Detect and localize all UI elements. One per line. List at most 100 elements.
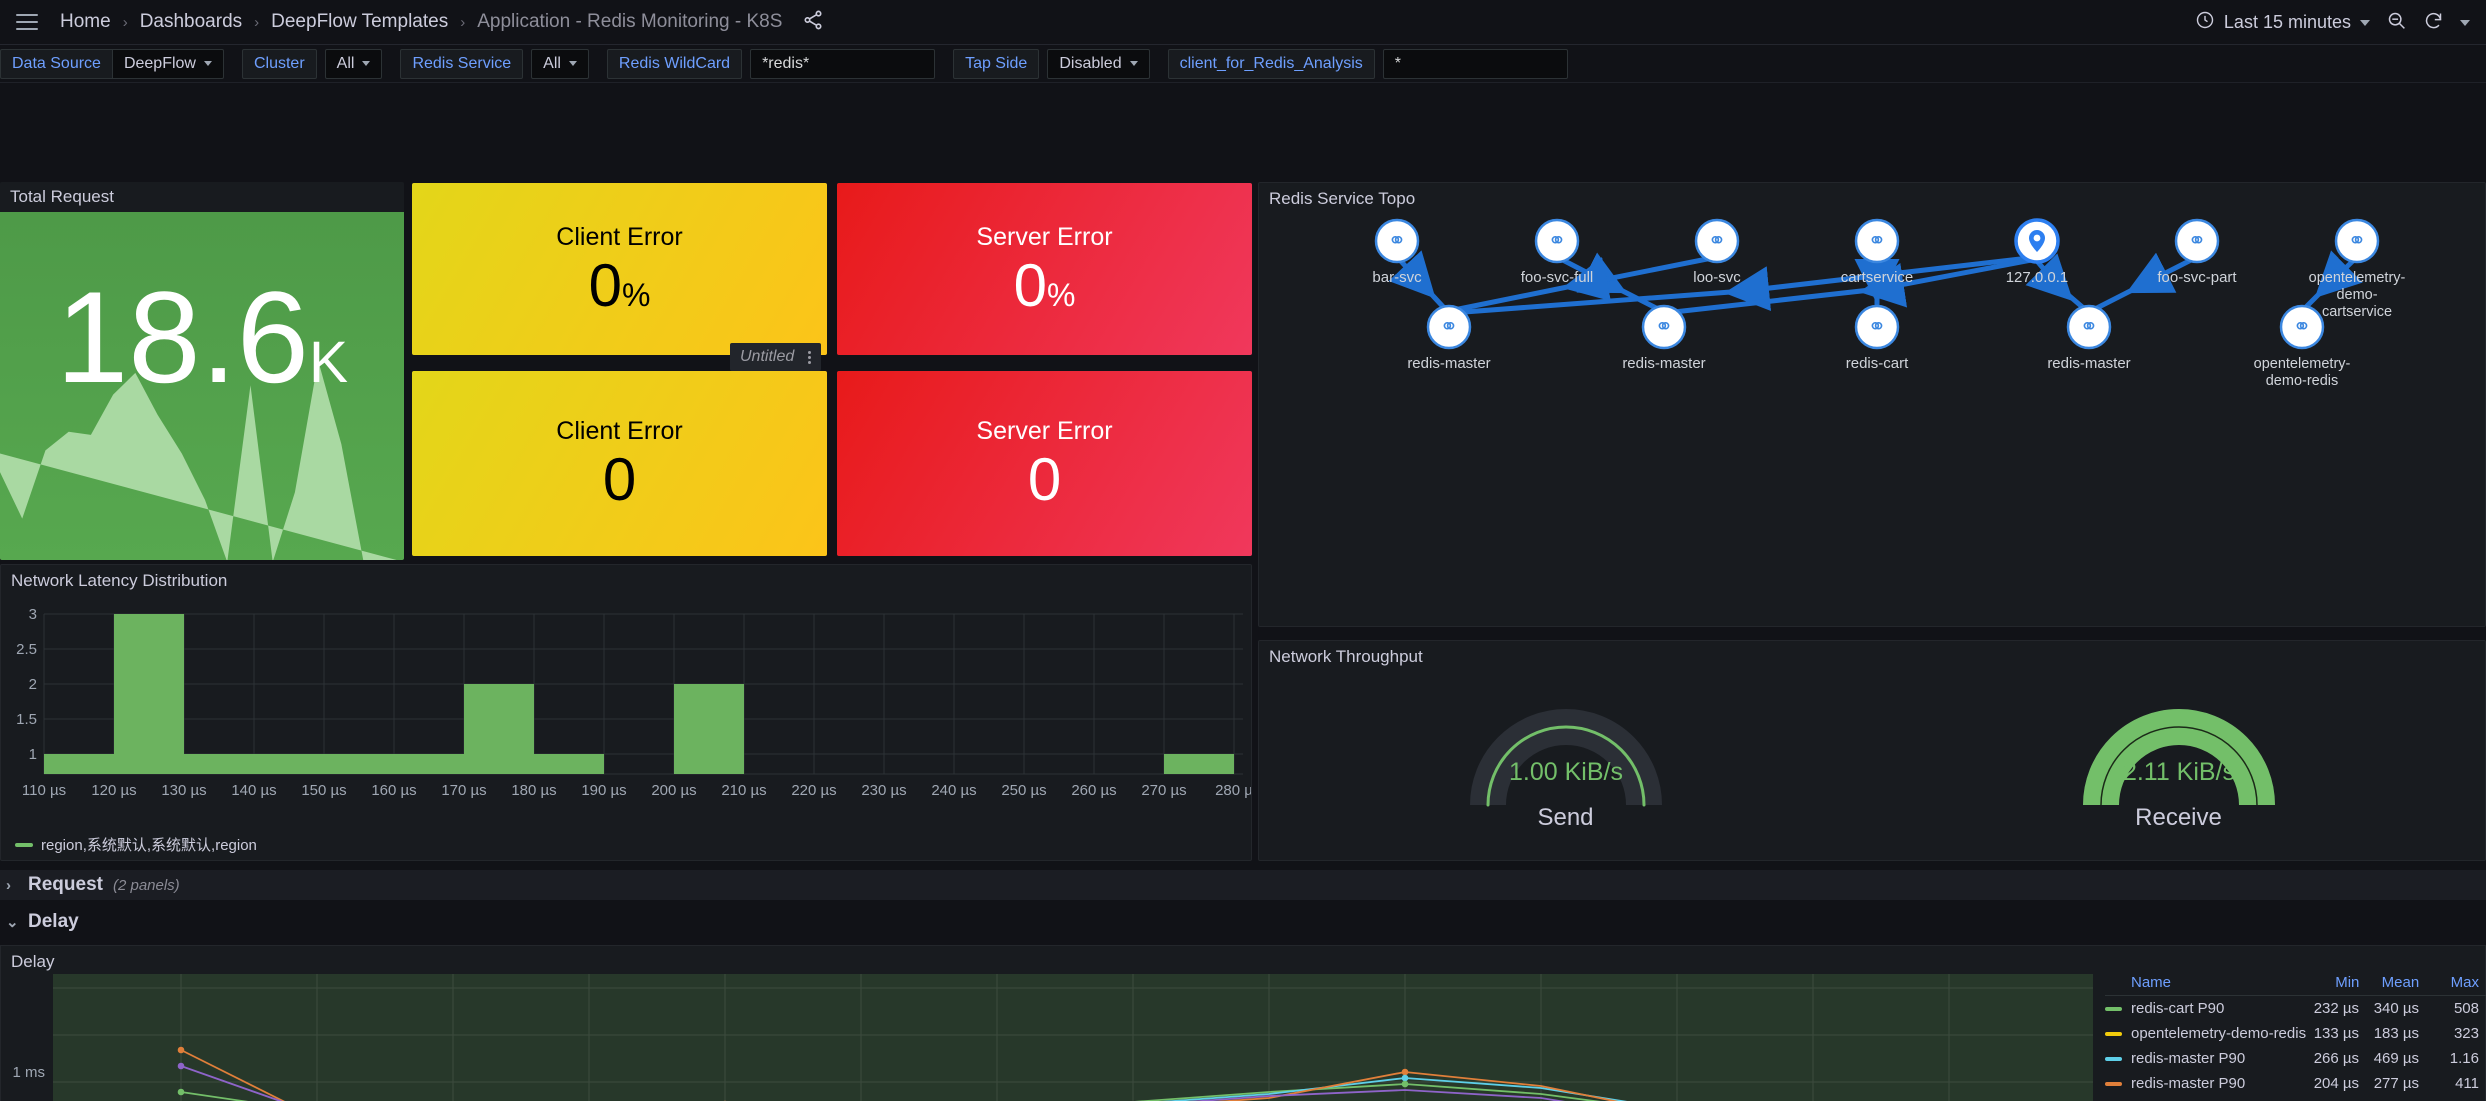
client-error-percent-title: Client Error <box>556 222 683 251</box>
panel-title-delay: Delay <box>11 952 55 971</box>
topo-node-redis-master-2[interactable]: ⚭ redis-master <box>1622 304 1706 372</box>
legend-row[interactable]: redis-master P90 100 µs 115 µs 202 <box>2105 1096 2486 1101</box>
topo-node-redis-cart[interactable]: ⚭ redis-cart <box>1846 304 1909 372</box>
gauge-receive[interactable]: 2.11 KiB/s Receive <box>1872 667 2485 847</box>
histogram-gridlines <box>43 613 1243 775</box>
topo-node-cartservice[interactable]: ⚭ cartservice <box>1841 218 1914 286</box>
panel-client-error-percent[interactable]: Client Error 0% <box>412 183 827 355</box>
legend-col-name[interactable]: Name <box>2105 974 2308 991</box>
topo-node-foo-svc-full[interactable]: ⚭ foo-svc-full <box>1521 218 1594 286</box>
refresh-icon[interactable] <box>2423 10 2444 36</box>
legend-min: 204 µs <box>2313 1075 2360 1092</box>
topo-node-redis-master-1[interactable]: ⚭ redis-master <box>1407 304 1491 372</box>
panel-delay[interactable]: Delay 1 ms 500 µs 0 µs <box>0 945 2486 1101</box>
panel-server-error-percent[interactable]: Server Error 0% <box>837 183 1252 355</box>
topo-label: bar-svc <box>1372 269 1422 286</box>
variable-value-cluster[interactable]: All <box>324 48 383 79</box>
share-icon[interactable] <box>802 9 824 36</box>
legend-mean: 469 µs <box>2373 1050 2420 1067</box>
row-header-request[interactable]: › Request (2 panels) <box>0 870 2486 900</box>
breadcrumb-item-deepflow-templates[interactable]: DeepFlow Templates <box>271 11 448 33</box>
legend-mean: 183 µs <box>2373 1025 2420 1042</box>
legend-row[interactable]: redis-master P90 266 µs 469 µs 1.16 <box>2105 1046 2486 1071</box>
topo-label: foo-svc-full <box>1521 269 1594 286</box>
panel-network-throughput[interactable]: Network Throughput 1.00 KiB/s Send 2.11 … <box>1258 640 2486 861</box>
legend-label: region,系统默认,系统默认,region <box>41 837 257 854</box>
template-variables-bar: Data Source DeepFlow Cluster All Redis S… <box>0 45 2486 83</box>
server-error-count-title: Server Error <box>976 417 1113 445</box>
svg-text:280 µ: 280 µ <box>1215 782 1251 799</box>
kebab-menu-icon[interactable] <box>808 350 812 364</box>
variable-label-client-for-redis-analysis: client_for_Redis_Analysis <box>1167 48 1375 79</box>
panel-hover-menu-untitled[interactable]: Untitled <box>730 343 822 371</box>
topo-nodes[interactable]: ⚭ bar-svc ⚭ foo-svc-full ⚭ loo-svc ⚭ car… <box>1372 218 2406 389</box>
panel-network-latency-distribution[interactable]: Network Latency Distribution 3 2.5 2 1.5… <box>0 564 1252 861</box>
svg-text:130 µs: 130 µs <box>161 782 206 799</box>
legend-color-swatch <box>2105 1056 2122 1061</box>
gauge-send-label: Send <box>1537 803 1594 831</box>
variable-tap-side: Tap Side Disabled <box>953 48 1150 79</box>
gauge-receive-label: Receive <box>2135 803 2222 831</box>
legend-color-swatch <box>2105 1031 2122 1036</box>
variable-value-redis-service[interactable]: All <box>531 48 589 79</box>
topo-label: loo-svc <box>1693 269 1741 286</box>
variable-value-tap-side[interactable]: Disabled <box>1047 48 1150 79</box>
panel-server-error-count[interactable]: Server Error 0 <box>837 371 1252 556</box>
svg-text:⚭: ⚭ <box>1868 228 1886 253</box>
clock-icon <box>2195 10 2215 35</box>
panel-redis-service-topo[interactable]: Redis Service Topo ⚭ bar-svc ⚭ foo-svc-f… <box>1258 182 2486 627</box>
variable-input-client-for-redis-analysis[interactable]: * <box>1382 48 1568 79</box>
time-range-picker[interactable]: Last 15 minutes <box>2195 10 2370 35</box>
svg-text:demo-redis: demo-redis <box>2266 373 2339 389</box>
topo-node-redis-master-3[interactable]: ⚭ redis-master <box>2047 304 2131 372</box>
svg-text:⚭: ⚭ <box>1388 228 1406 253</box>
topo-node-foo-svc-part[interactable]: ⚭ foo-svc-part <box>2157 218 2237 286</box>
variable-value-data-source[interactable]: DeepFlow <box>111 48 224 79</box>
legend-mean: 277 µs <box>2373 1075 2420 1092</box>
svg-text:⚭: ⚭ <box>1655 314 1673 339</box>
variable-redis-service: Redis Service All <box>400 48 589 79</box>
svg-text:⚭: ⚭ <box>2080 314 2098 339</box>
row-label-delay: Delay <box>28 911 79 932</box>
legend-row[interactable]: redis-cart P90 232 µs 340 µs 508 <box>2105 996 2486 1021</box>
chevron-down-icon <box>2360 19 2370 26</box>
topo-node-ip-127-0-0-1[interactable]: 127.0.0.1 <box>2006 218 2069 286</box>
top-right-controls: Last 15 minutes <box>2195 0 2470 45</box>
svg-text:170 µs: 170 µs <box>441 782 486 799</box>
row-header-delay[interactable]: ⌄ Delay <box>0 908 2486 936</box>
time-range-label: Last 15 minutes <box>2223 12 2351 32</box>
topo-label: foo-svc-part <box>2157 269 2237 286</box>
refresh-interval-chevron-down-icon[interactable] <box>2460 19 2470 26</box>
zoom-out-icon[interactable] <box>2386 10 2407 36</box>
panel-client-error-count[interactable]: Client Error 0 <box>412 371 827 556</box>
legend-row[interactable]: redis-master P90 204 µs 277 µs 411 <box>2105 1071 2486 1096</box>
gauge-send[interactable]: 1.00 KiB/s Send <box>1259 667 1872 847</box>
panel-total-request[interactable]: Total Request 18.6K <box>0 182 404 560</box>
untitled-panel-label: Untitled <box>740 348 795 365</box>
histogram-bars <box>44 614 1234 774</box>
variable-label-data-source: Data Source <box>0 48 112 79</box>
topo-node-loo-svc[interactable]: ⚭ loo-svc <box>1693 218 1741 286</box>
topo-label: redis-master <box>2047 355 2130 372</box>
delay-timeseries-plot[interactable] <box>53 974 2093 1101</box>
legend-row[interactable]: opentelemetry-demo-redis P90 133 µs 183 … <box>2105 1021 2486 1046</box>
breadcrumb-separator: › <box>460 13 466 31</box>
latency-histogram[interactable]: 3 2.5 2 1.5 1 110 µs 120 µs 130 µs 140 µ… <box>1 591 1251 831</box>
breadcrumb-item-home[interactable]: Home <box>60 11 111 33</box>
variable-input-redis-wildcard[interactable]: *redis* <box>750 48 936 79</box>
legend-col-mean[interactable]: Mean <box>2367 974 2427 991</box>
svg-text:120 µs: 120 µs <box>91 782 136 799</box>
delay-legend-table[interactable]: Name Min Mean Max redis-cart P90 232 µs … <box>2105 970 2486 1101</box>
variable-data-source: Data Source DeepFlow <box>0 48 224 79</box>
topo-node-bar-svc[interactable]: ⚭ bar-svc <box>1372 218 1422 286</box>
hamburger-menu-icon[interactable] <box>16 14 38 30</box>
svg-text:opentelemetry-: opentelemetry- <box>2309 270 2406 286</box>
histogram-legend[interactable]: region,系统默认,系统默认,region <box>1 831 1251 855</box>
panel-title-total-request: Total Request <box>0 182 404 212</box>
legend-col-max[interactable]: Max <box>2427 974 2486 991</box>
topo-node-opentelemetry-demo-cartservice[interactable]: ⚭ opentelemetry- demo- cartservice <box>2309 218 2406 320</box>
breadcrumb-item-dashboards[interactable]: Dashboards <box>140 11 242 33</box>
breadcrumb-item-current-dashboard[interactable]: Application - Redis Monitoring - K8S <box>477 11 782 33</box>
topo-graph[interactable]: ⚭ bar-svc ⚭ foo-svc-full ⚭ loo-svc ⚭ car… <box>1259 209 2485 619</box>
legend-col-min[interactable]: Min <box>2308 974 2368 991</box>
